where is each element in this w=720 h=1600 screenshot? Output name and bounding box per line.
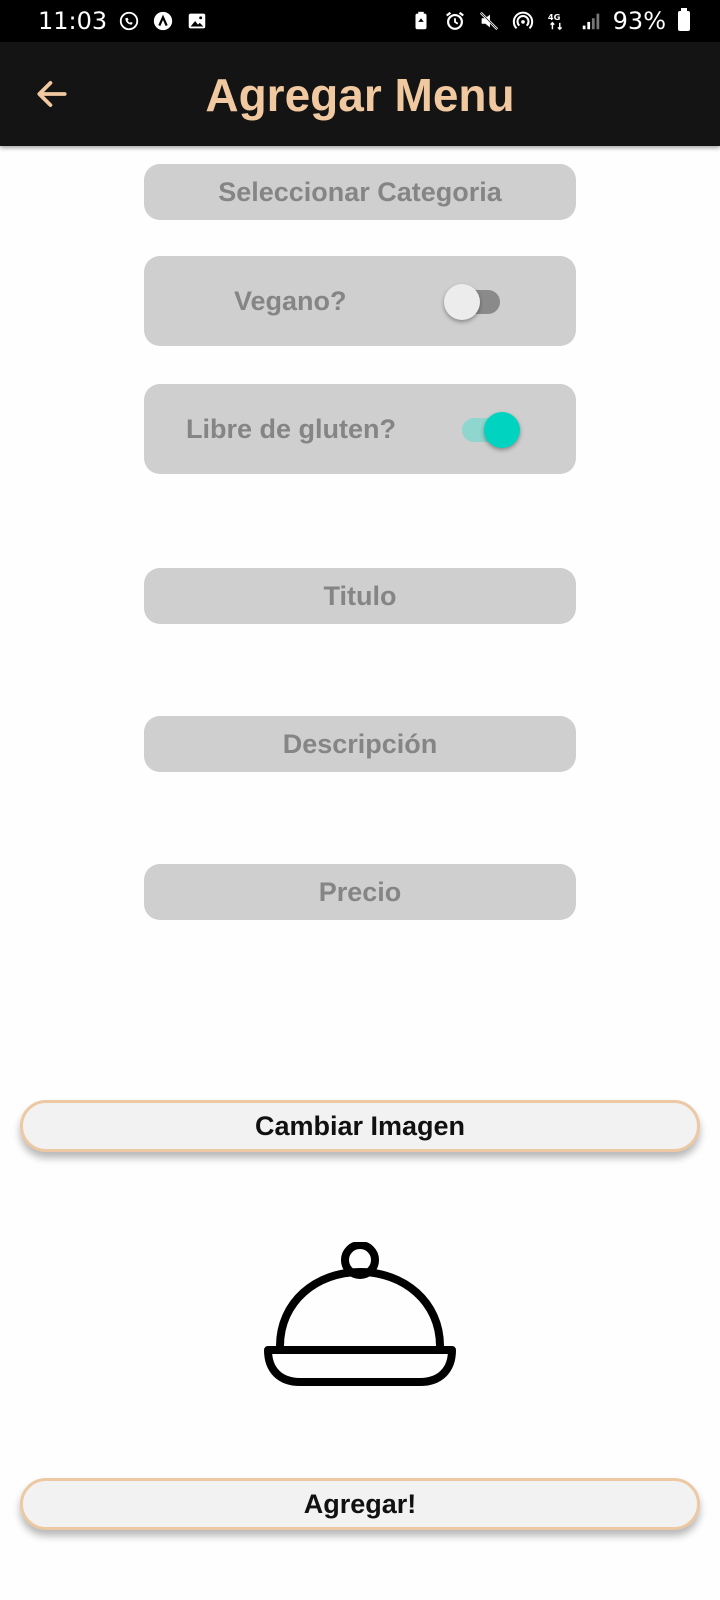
gluten-free-label: Libre de gluten? [186, 413, 397, 444]
status-bar-right: 4G 93% [409, 7, 690, 35]
svg-text:4G: 4G [547, 12, 560, 22]
app-bar: Agregar Menu [0, 42, 720, 146]
gluten-free-row: Libre de gluten? [144, 384, 576, 474]
price-input-placeholder: Precio [318, 876, 402, 907]
page-title: Agregar Menu [205, 69, 515, 121]
gluten-free-switch[interactable] [458, 412, 520, 448]
screen: 11:03 4G 93% Agregar Menu Seleccionar Ca… [0, 0, 720, 1600]
change-image-button[interactable]: Cambiar Imagen [20, 1100, 700, 1152]
app-icon [151, 9, 175, 33]
submit-button-label: Agregar! [303, 1488, 417, 1519]
food-cloche-icon [264, 1242, 456, 1386]
signal-icon [579, 9, 603, 33]
description-input[interactable]: Descripción [144, 716, 576, 772]
vegan-switch-thumb [444, 284, 480, 320]
4g-icon: 4G [545, 9, 569, 33]
vegan-row: Vegano? [144, 256, 576, 346]
alarm-icon [443, 9, 467, 33]
price-input[interactable]: Precio [144, 864, 576, 920]
hotspot-icon [511, 9, 535, 33]
status-bar: 11:03 4G 93% [0, 0, 720, 42]
gallery-icon [185, 9, 209, 33]
submit-button[interactable]: Agregar! [20, 1478, 700, 1530]
battery-percent: 93% [612, 7, 666, 35]
battery-saver-icon [409, 9, 433, 33]
status-time: 11:03 [38, 7, 108, 35]
title-input-placeholder: Titulo [323, 580, 397, 611]
title-input[interactable]: Titulo [144, 568, 576, 624]
status-bar-left: 11:03 [38, 7, 209, 35]
vegan-label: Vegano? [234, 285, 347, 316]
gluten-free-switch-thumb [484, 412, 520, 448]
change-image-button-label: Cambiar Imagen [254, 1110, 466, 1141]
whatsapp-icon [117, 9, 141, 33]
mute-icon [477, 9, 501, 33]
vegan-switch[interactable] [444, 284, 504, 320]
battery-icon [678, 8, 690, 31]
description-input-placeholder: Descripción [282, 728, 438, 759]
category-select[interactable]: Seleccionar Categoria [144, 164, 576, 220]
category-select-label: Seleccionar Categoria [218, 176, 502, 207]
